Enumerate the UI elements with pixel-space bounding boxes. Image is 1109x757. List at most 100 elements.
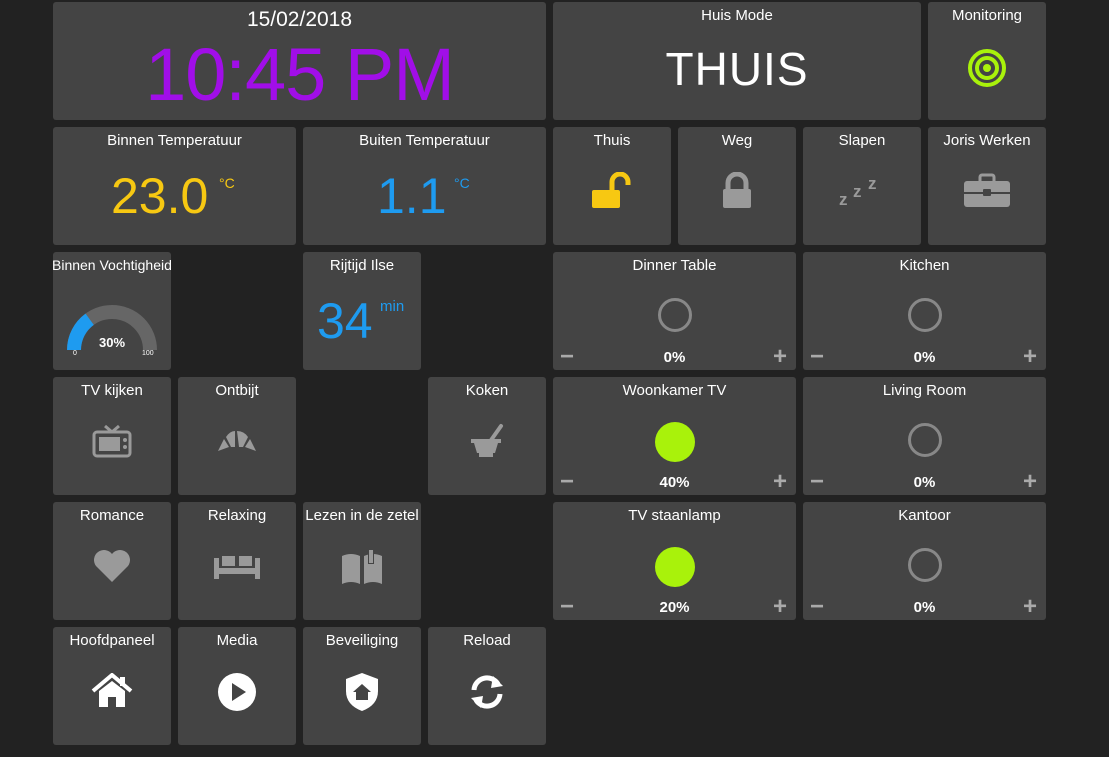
mode-thuis-title: Thuis: [593, 132, 631, 149]
mode-slapen-title: Slapen: [838, 132, 886, 149]
house-mode-title: Huis Mode: [701, 7, 773, 24]
dimmer-percent: 0%: [913, 349, 936, 366]
dimmer-plus-button[interactable]: +: [773, 595, 787, 619]
dimmer-plus-button[interactable]: +: [1023, 595, 1037, 619]
scene-koken[interactable]: Koken: [428, 377, 546, 495]
humidity-tile: Binnen Vochtigheid 30% 0 100: [52, 252, 172, 370]
clock-time: 10:45 PM: [145, 33, 455, 116]
unlocked-padlock-icon: [592, 172, 631, 208]
dimmer-percent: 20%: [659, 599, 690, 616]
dimmer-percent: 0%: [913, 474, 936, 491]
svg-text:z: z: [868, 175, 877, 193]
commute-value: 34: [317, 293, 373, 349]
dimmer-dinner-table[interactable]: Dinner Table − 0% +: [553, 252, 796, 370]
monitoring-tile[interactable]: Monitoring: [928, 2, 1046, 120]
dimmer-plus-button[interactable]: +: [773, 470, 787, 494]
dimmer-title: TV staanlamp: [628, 507, 721, 524]
indoor-temperature-tile: Binnen Temperatuur 23.0 °C: [53, 127, 296, 245]
open-book-icon: [342, 550, 382, 584]
dimmer-percent: 0%: [663, 349, 686, 366]
nav-media[interactable]: Media: [178, 627, 296, 745]
scene-lezen-in-de-zetel[interactable]: Lezen in de zetel: [303, 502, 421, 620]
indoor-temperature-unit: °C: [219, 175, 235, 191]
mode-weg-title: Weg: [721, 132, 753, 149]
gauge-max-label: 100: [142, 350, 154, 357]
light-status-circle[interactable]: [907, 423, 942, 457]
humidity-title: Binnen Vochtigheid: [52, 257, 172, 273]
target-icon: [968, 49, 1006, 87]
scene-tv-kijken[interactable]: TV kijken: [53, 377, 171, 495]
light-status-circle[interactable]: [907, 548, 942, 582]
briefcase-icon: [964, 173, 1010, 207]
mode-thuis-tile[interactable]: Thuis: [553, 127, 671, 245]
nav-reload[interactable]: Reload: [428, 627, 546, 745]
commute-unit: min: [380, 298, 405, 315]
dimmer-kantoor[interactable]: Kantoor − 0% +: [803, 502, 1046, 620]
nav-hoofdpaneel[interactable]: Hoofdpaneel: [53, 627, 171, 745]
light-status-circle[interactable]: [654, 547, 695, 587]
nav-title: Media: [216, 632, 258, 649]
scene-ontbijt[interactable]: Ontbijt: [178, 377, 296, 495]
mode-joris-werken-tile[interactable]: Joris Werken: [928, 127, 1046, 245]
gauge-value: 30%: [99, 335, 125, 350]
svg-text:z: z: [853, 182, 862, 201]
shield-home-icon: [346, 673, 378, 711]
nav-title: Hoofdpaneel: [69, 632, 155, 649]
outdoor-temperature-tile: Buiten Temperatuur 1.1 °C: [303, 127, 546, 245]
outdoor-temperature-title: Buiten Temperatuur: [359, 132, 490, 149]
croissant-icon: [218, 431, 256, 451]
outdoor-temperature-unit: °C: [454, 175, 470, 191]
scene-title: Ontbijt: [215, 382, 259, 399]
tv-icon: [92, 424, 132, 458]
gauge-min-label: 0: [73, 350, 77, 357]
sofa-icon: [214, 556, 260, 579]
mode-weg-tile[interactable]: Weg: [678, 127, 796, 245]
dimmer-title: Woonkamer TV: [622, 382, 727, 399]
house-mode-tile[interactable]: Huis Mode THUIS: [553, 2, 921, 120]
dimmer-kitchen[interactable]: Kitchen − 0% +: [803, 252, 1046, 370]
mode-slapen-tile[interactable]: Slapen z z z: [803, 127, 921, 245]
scene-title: Relaxing: [207, 507, 267, 524]
house-mode-value: THUIS: [665, 43, 809, 95]
commute-title: Rijtijd Ilse: [329, 257, 395, 274]
nav-title: Reload: [463, 632, 511, 649]
dimmer-title: Dinner Table: [632, 257, 717, 274]
dimmer-title: Living Room: [882, 382, 967, 399]
clock-tile: 15/02/2018 10:45 PM: [53, 2, 546, 120]
light-status-circle[interactable]: [657, 298, 692, 332]
monitoring-title: Monitoring: [951, 7, 1023, 24]
refresh-icon: [471, 675, 503, 709]
dimmer-tv-staanlamp[interactable]: TV staanlamp − 20% +: [553, 502, 796, 620]
gauge-fill: [67, 313, 95, 351]
scene-relaxing[interactable]: Relaxing: [178, 502, 296, 620]
svg-text:z: z: [839, 190, 848, 207]
dimmer-percent: 40%: [659, 474, 690, 491]
scene-romance[interactable]: Romance: [53, 502, 171, 620]
dimmer-title: Kantoor: [898, 507, 951, 524]
clock-date: 15/02/2018: [246, 8, 353, 31]
commute-tile: Rijtijd Ilse 34 min: [303, 252, 421, 370]
scene-title: Lezen in de zetel: [305, 507, 419, 524]
nav-title: Beveiliging: [325, 632, 399, 649]
dimmer-woonkamer-tv[interactable]: Woonkamer TV − 40% +: [553, 377, 796, 495]
nav-beveiliging[interactable]: Beveiliging: [303, 627, 421, 745]
scene-title: Koken: [465, 382, 509, 399]
zzz-sleep-icon: z z z: [839, 175, 877, 207]
light-status-circle[interactable]: [907, 298, 942, 332]
dimmer-plus-button[interactable]: +: [1023, 470, 1037, 494]
locked-padlock-icon: [723, 172, 751, 208]
home-icon: [91, 673, 133, 707]
dimmer-living-room[interactable]: Living Room − 0% +: [803, 377, 1046, 495]
scene-title: Romance: [79, 507, 145, 524]
dimmer-title: Kitchen: [899, 257, 950, 274]
dimmer-plus-button[interactable]: +: [773, 345, 787, 369]
dimmer-plus-button[interactable]: +: [1023, 345, 1037, 369]
dimmer-percent: 0%: [913, 599, 936, 616]
mortar-pestle-icon: [471, 424, 503, 457]
play-circle-icon: [218, 673, 256, 711]
light-status-circle[interactable]: [654, 422, 695, 462]
indoor-temperature-title: Binnen Temperatuur: [107, 132, 242, 149]
scene-title: TV kijken: [81, 382, 143, 399]
heart-icon: [94, 550, 130, 582]
outdoor-temperature-value: 1.1: [377, 168, 447, 224]
